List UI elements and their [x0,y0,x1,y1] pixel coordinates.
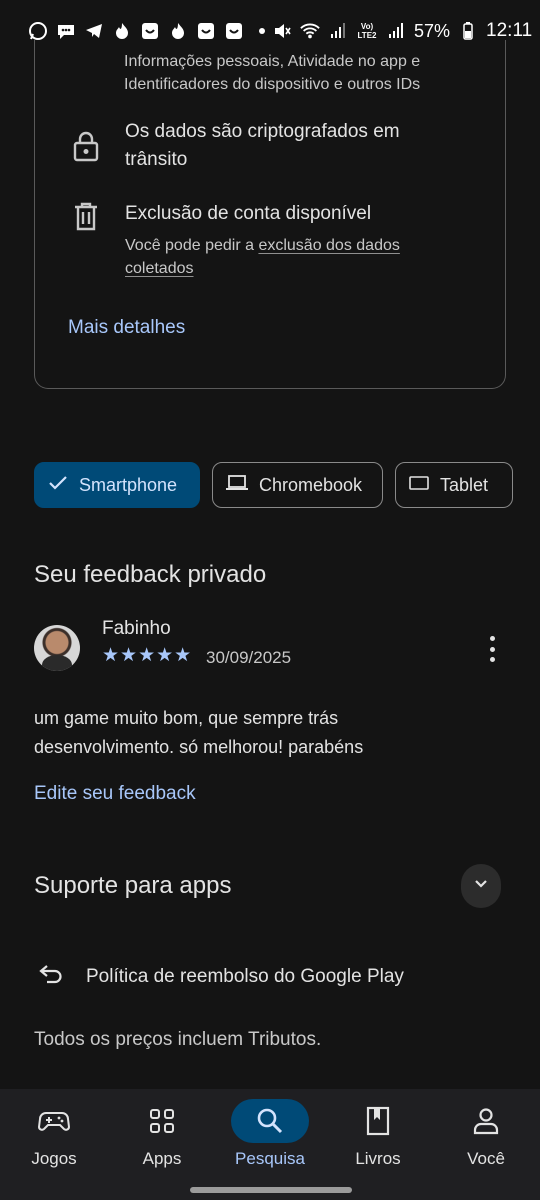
deletion-subtitle: Você pode pedir a [125,237,259,254]
person-icon [447,1099,525,1143]
box-icon [224,21,244,41]
more-options-icon[interactable] [488,636,496,662]
more-details-link[interactable]: Mais detalhes [68,317,185,339]
chip-label: Chromebook [259,474,363,495]
check-icon [47,473,69,498]
data-collected-row: Informações pessoais, Atividade no app e… [124,50,464,96]
whatsapp-icon [28,21,48,41]
device-filter-chips: Smartphone Chromebook Tablet [34,462,513,508]
battery-icon [458,21,478,41]
star-rating: ★★★★★ [102,645,193,666]
nav-livros[interactable]: Livros [324,1089,432,1169]
search-icon [231,1099,309,1143]
nav-label: Apps [142,1149,182,1168]
chat-icon [56,21,76,41]
review-text: um game muito bom, que sempre trás desen… [34,708,364,757]
box-icon [196,21,216,41]
lock-icon [71,130,101,174]
system-icons: Vo) LTE2 57% 12:11 [272,20,532,42]
trash-icon [71,202,101,280]
nav-label: Jogos [31,1149,77,1168]
expand-support-button[interactable] [461,864,501,908]
data-collected-text: Informações pessoais, Atividade no app e… [124,53,421,93]
chip-tablet[interactable]: Tablet [395,462,513,508]
edit-feedback-link[interactable]: Edite seu feedback [34,783,196,805]
review-header: Fabinho ★★★★★ 30/09/2025 [34,618,506,678]
dot-icon [252,21,272,41]
nav-voce[interactable]: Você [432,1089,540,1169]
nav-label: Livros [355,1149,401,1168]
reviewer-name: Fabinho [102,618,171,639]
home-indicator[interactable] [190,1187,352,1193]
wifi-icon [300,21,320,41]
clock: 12:11 [486,20,533,41]
telegram-icon [84,21,104,41]
book-icon [339,1099,417,1143]
flame-icon [112,21,132,41]
notification-icons [28,21,272,41]
data-safety-card: Informações pessoais, Atividade no app e… [34,40,506,389]
app-support-title: Suporte para apps [34,872,232,899]
chip-label: Smartphone [79,474,178,495]
signal-icon [386,21,406,41]
chevron-down-icon [473,877,489,895]
gamepad-icon [15,1099,93,1143]
tablet-icon [408,473,430,498]
taxes-note: Todos os preços incluem Tributos. [34,1029,322,1050]
return-icon [38,962,66,992]
nav-jogos[interactable]: Jogos [0,1089,108,1169]
mute-icon [272,21,292,41]
encryption-row: Os dados são criptografados em trânsito [71,118,425,174]
box-icon [140,21,160,41]
refund-policy-label: Política de reembolso do Google Play [86,966,404,987]
apps-grid-icon [123,1099,201,1143]
nav-label: Pesquisa [235,1149,305,1168]
chip-chromebook[interactable]: Chromebook [212,462,383,508]
nav-apps[interactable]: Apps [108,1089,216,1169]
flame-icon [168,21,188,41]
signal-icon [328,21,348,41]
avatar [34,625,80,671]
deletion-row: Exclusão de conta disponível Você pode p… [71,200,445,280]
nav-pesquisa[interactable]: Pesquisa [216,1089,324,1169]
nav-label: Você [467,1149,505,1168]
chip-label: Tablet [440,474,489,495]
bottom-navigation: Jogos Apps Pesquisa Livros Você [0,1089,540,1200]
review-date: 30/09/2025 [206,648,292,667]
battery-percent: 57% [414,20,451,41]
encryption-text: Os dados são criptografados em trânsito [125,121,400,170]
private-feedback-title: Seu feedback privado [34,561,267,588]
laptop-icon [225,473,249,498]
deletion-title: Exclusão de conta disponível [125,203,372,224]
network-label: Vo) LTE2 [357,22,377,40]
chip-smartphone[interactable]: Smartphone [34,462,200,508]
refund-policy-row[interactable]: Política de reembolso do Google Play [38,962,404,992]
